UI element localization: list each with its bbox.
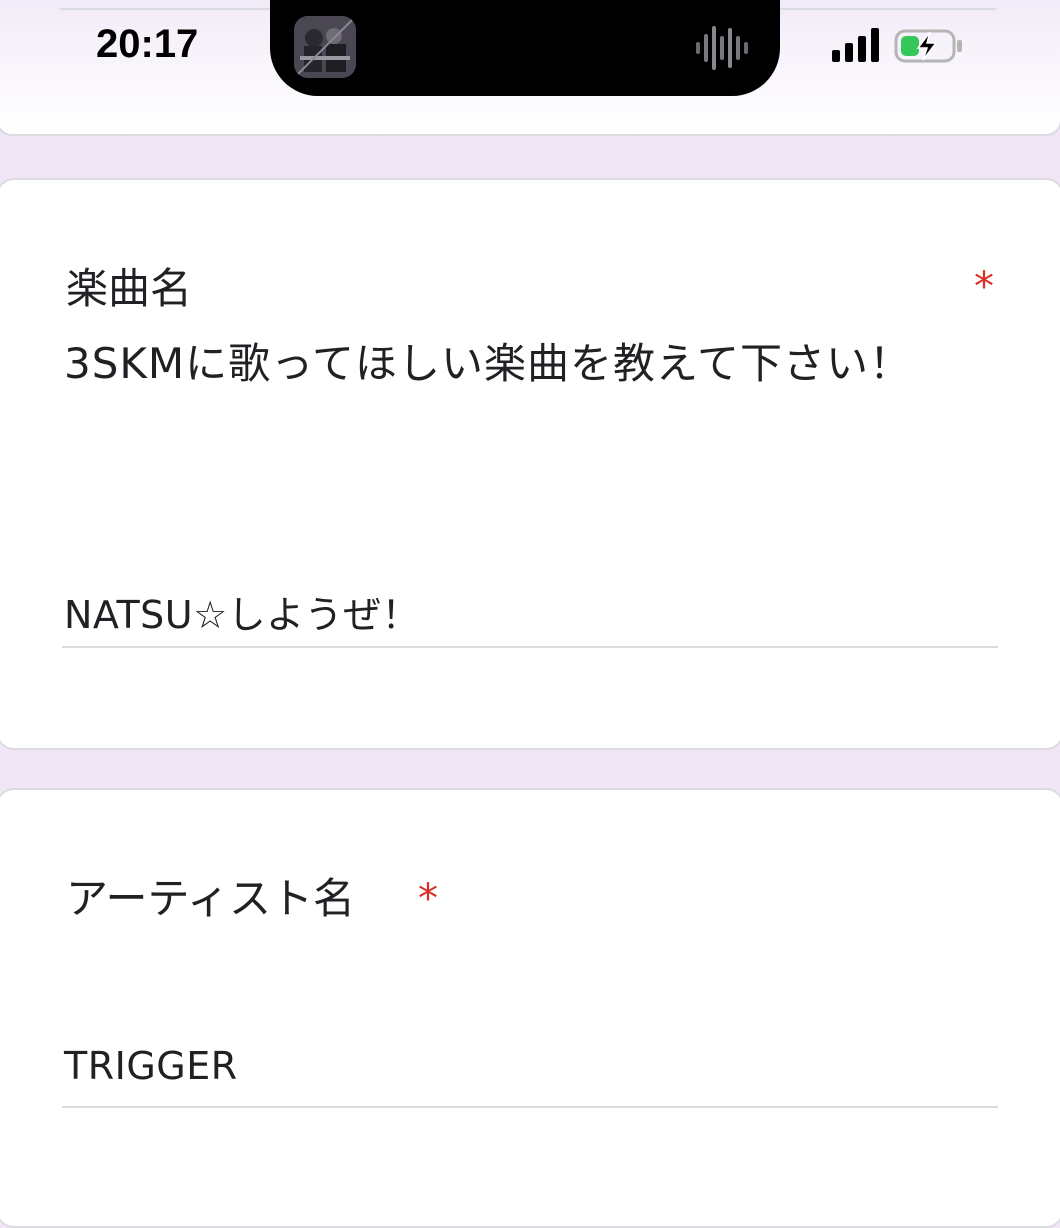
status-time: 20:17 — [96, 22, 199, 66]
required-asterisk: * — [418, 876, 438, 922]
dynamic-island[interactable] — [270, 0, 780, 96]
song-title-answer-input[interactable]: NATSU☆しようぜ！ — [64, 584, 420, 639]
cellular-signal-icon — [832, 28, 879, 62]
audio-waveform-icon — [696, 26, 748, 70]
question-title-artist: アーティスト名 — [66, 874, 355, 923]
required-asterisk: * — [974, 264, 994, 310]
previous-question-label: 曲中 — [60, 0, 128, 7]
artist-name-answer-underline — [62, 1106, 998, 1108]
question-card-artist-name — [0, 788, 1060, 1228]
album-art-icon[interactable] — [294, 16, 356, 78]
artist-name-answer-input[interactable]: TRIGGER — [64, 1044, 238, 1088]
battery-charging-icon — [894, 29, 962, 63]
question-title-song: 楽曲名 — [66, 264, 193, 313]
question-description-song: 3SKMに歌ってほしい楽曲を教えて下さい！ — [64, 339, 912, 388]
song-title-answer-underline — [62, 646, 998, 648]
